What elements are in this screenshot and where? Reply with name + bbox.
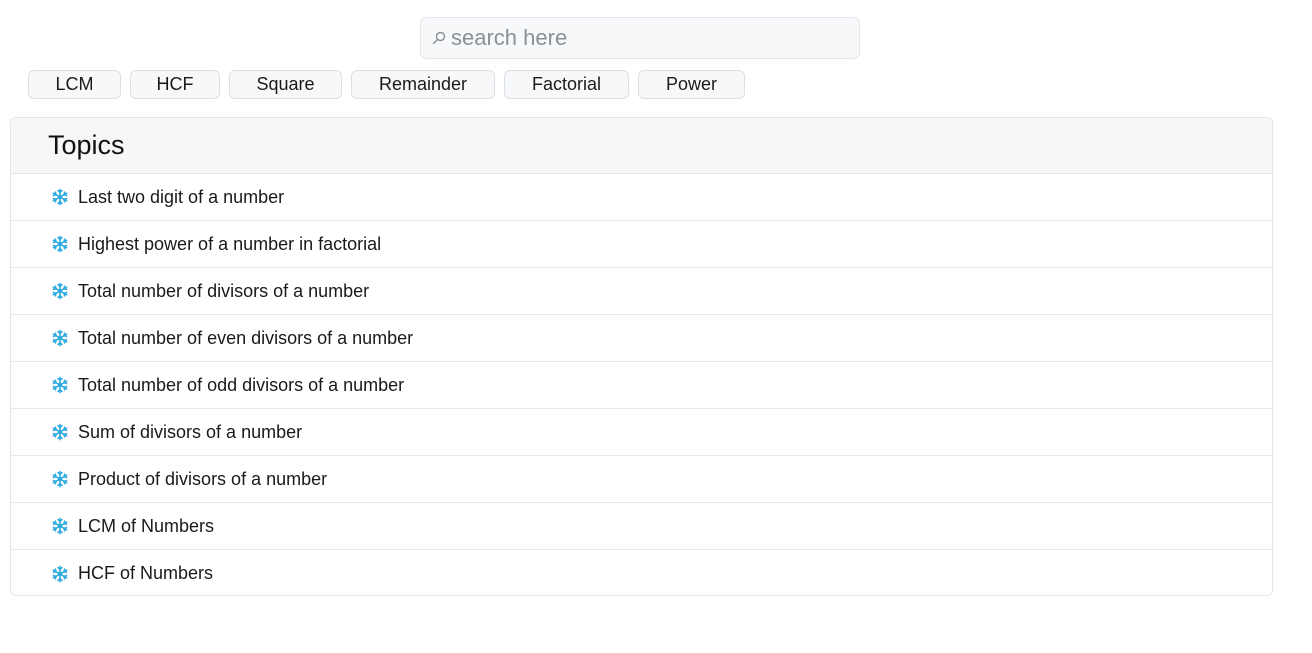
search-icon — [431, 30, 447, 46]
snowflake-icon — [50, 516, 70, 536]
topic-item[interactable]: Product of divisors of a number — [11, 456, 1272, 503]
filter-button-hcf[interactable]: HCF — [130, 70, 220, 99]
search-input[interactable] — [451, 18, 859, 58]
snowflake-icon — [50, 469, 70, 489]
topic-item[interactable]: Total number of even divisors of a numbe… — [11, 315, 1272, 362]
topics-panel: Topics Last two digit of a number Highes… — [10, 117, 1273, 596]
filter-button-lcm[interactable]: LCM — [28, 70, 121, 99]
filter-button-power[interactable]: Power — [638, 70, 745, 99]
topic-item[interactable]: Highest power of a number in factorial — [11, 221, 1272, 268]
topic-item[interactable]: Total number of odd divisors of a number — [11, 362, 1272, 409]
search-box[interactable] — [420, 17, 860, 59]
topic-item[interactable]: Sum of divisors of a number — [11, 409, 1272, 456]
topic-label: Total number of even divisors of a numbe… — [78, 327, 414, 348]
topic-label: HCF of Numbers — [78, 563, 214, 583]
topic-label: Total number of odd divisors of a number — [78, 374, 405, 395]
topic-item[interactable]: Total number of divisors of a number — [11, 268, 1272, 315]
snowflake-icon — [50, 564, 70, 584]
topics-panel-header: Topics — [11, 118, 1272, 174]
filter-button-factorial[interactable]: Factorial — [504, 70, 629, 99]
topic-item[interactable]: LCM of Numbers — [11, 503, 1272, 550]
topic-list: Last two digit of a number Highest power… — [11, 174, 1272, 595]
filter-button-square[interactable]: Square — [229, 70, 342, 99]
topic-label: Sum of divisors of a number — [78, 421, 303, 442]
topic-item[interactable]: Last two digit of a number — [11, 174, 1272, 221]
filter-button-remainder[interactable]: Remainder — [351, 70, 495, 99]
topic-label: Highest power of a number in factorial — [78, 233, 382, 254]
snowflake-icon — [50, 234, 70, 254]
snowflake-icon — [50, 422, 70, 442]
filter-bar: LCM HCF Square Remainder Factorial Power — [28, 70, 745, 99]
topic-label: Total number of divisors of a number — [78, 280, 370, 301]
topic-label: Last two digit of a number — [78, 186, 285, 207]
topic-label: LCM of Numbers — [78, 515, 215, 536]
topic-item[interactable]: HCF of Numbers — [11, 550, 1272, 595]
panel-title: Topics — [48, 130, 125, 160]
snowflake-icon — [50, 328, 70, 348]
snowflake-icon — [50, 375, 70, 395]
snowflake-icon — [50, 187, 70, 207]
snowflake-icon — [50, 281, 70, 301]
topic-label: Product of divisors of a number — [78, 468, 328, 489]
